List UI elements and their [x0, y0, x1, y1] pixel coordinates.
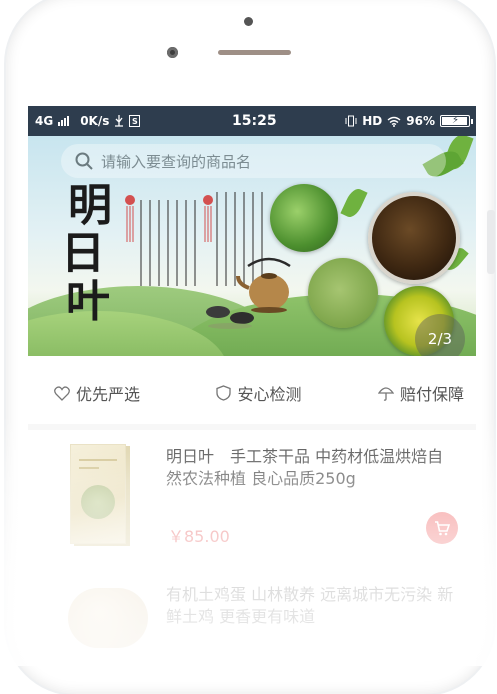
add-to-cart-button[interactable]: [426, 512, 458, 544]
cart-icon: [435, 520, 450, 535]
svg-text:S: S: [132, 117, 138, 126]
phone-side-button: [487, 210, 495, 274]
feature-label: 赔付保障: [399, 385, 464, 404]
product-price: ￥85.00: [168, 527, 230, 546]
feature-label: 优先严选: [76, 385, 141, 404]
features-row: 优先严选 安心检测 赔付保障: [28, 362, 476, 424]
tea-cups-illustration: [206, 306, 254, 329]
shield-icon: [216, 385, 232, 401]
search-placeholder: 请输入要查询的商品名: [101, 152, 252, 171]
heart-icon: [54, 385, 70, 401]
product-name[interactable]: 明日叶 手工茶干品 中药材低温烘焙自然农法种植 良心品质250g: [166, 446, 446, 490]
umbrella-icon: [377, 387, 394, 401]
product-card[interactable]: 有机土鸡蛋 山林散养 远离城市无污染 新鲜土鸡 更香更有味道: [28, 576, 476, 666]
carousel-page-indicator: 2/3: [415, 314, 465, 356]
search-bar[interactable]: 请输入要查询的商品名: [61, 144, 446, 178]
banner-title-char: 日: [61, 228, 105, 279]
tassel-icon: [125, 195, 135, 242]
product-image[interactable]: [68, 588, 148, 648]
network-speed: 0K/s: [80, 114, 110, 128]
network-type: 4G: [35, 114, 54, 128]
tea-dried-image: [368, 192, 460, 284]
hd-indicator: HD: [362, 114, 383, 128]
feature-item: 安心检测: [216, 381, 302, 405]
product-card[interactable]: 明日叶 手工茶干品 中药材低温烘焙自然农法种植 良心品质250g ￥85.00: [28, 430, 476, 570]
product-image[interactable]: [70, 444, 126, 544]
front-camera-icon: [167, 47, 178, 58]
tea-powder-image: [308, 258, 378, 328]
proximity-sensor: [244, 17, 253, 26]
product-image-leaf-art: [81, 485, 115, 519]
feature-item: 优先严选: [54, 381, 140, 405]
usb-icon: [115, 115, 124, 127]
earpiece-speaker: [218, 50, 291, 55]
status-bar: 4G 0K/s S 15:25 HD 96% ⚡: [28, 106, 476, 136]
clock: 15:25: [232, 113, 277, 129]
wifi-icon: [387, 116, 401, 127]
search-icon: [75, 152, 93, 170]
banner-text-columns: [140, 200, 200, 286]
banner-title-char: 明: [68, 180, 112, 231]
leaf-decoration: [340, 186, 368, 220]
app-screen: 4G 0K/s S 15:25 HD 96% ⚡ 请输入要查询的商品名 明 日 …: [28, 106, 476, 666]
banner-title-char: 叶: [66, 276, 110, 327]
feature-item: 赔付保障: [377, 381, 464, 405]
banner-carousel[interactable]: 请输入要查询的商品名 明 日 叶 2/3: [28, 136, 476, 356]
feature-label: 安心检测: [237, 385, 302, 404]
signal-icon: [58, 116, 70, 126]
vibrate-icon: [345, 115, 357, 127]
tassel-icon: [203, 195, 213, 242]
sim-icon: S: [129, 115, 141, 127]
battery-percent: 96%: [406, 114, 435, 128]
battery-icon: ⚡: [440, 115, 473, 127]
product-name[interactable]: 有机土鸡蛋 山林散养 远离城市无污染 新鲜土鸡 更香更有味道: [166, 584, 456, 628]
tea-leaves-image: [270, 184, 338, 252]
